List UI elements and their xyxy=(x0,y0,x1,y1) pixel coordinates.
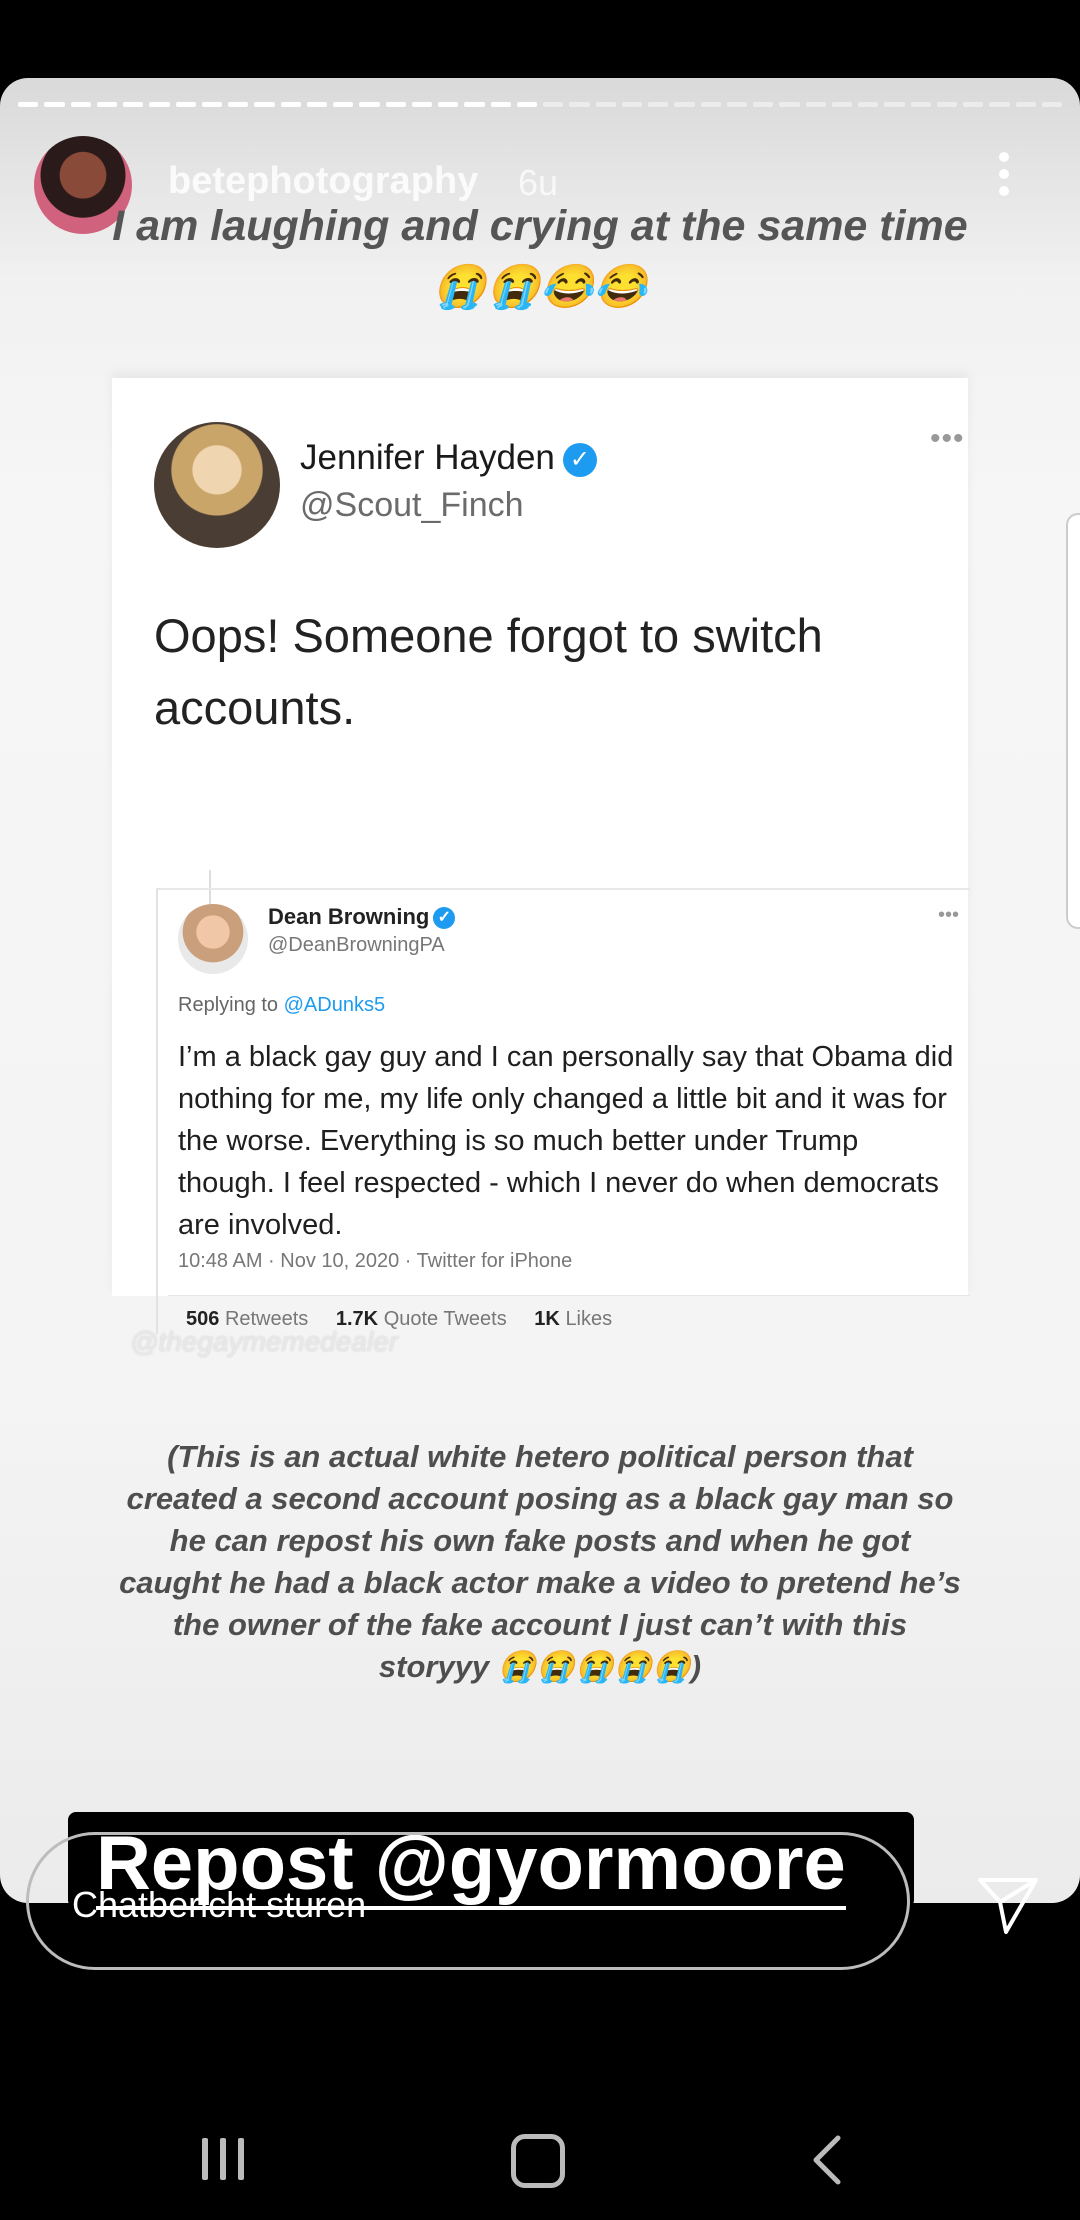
recent-apps-icon[interactable] xyxy=(196,2130,276,2190)
quoted-tweet-text: I’m a black gay guy and I can personally… xyxy=(178,1041,954,1241)
story-progress-segment xyxy=(438,102,459,107)
story-progress-segment xyxy=(779,102,800,107)
more-vertical-icon[interactable] xyxy=(996,152,1012,208)
story-progress-segment xyxy=(858,102,879,107)
tweet-author-name: Jennifer Hayden xyxy=(300,438,555,477)
quoted-tweet-author: Dean Browning ✓ xyxy=(268,904,456,930)
story-caption-top: I am laughing and crying at the same tim… xyxy=(112,202,968,311)
tweet-avatar xyxy=(154,422,280,548)
story-progress-segment xyxy=(44,102,65,107)
story-progress-segment xyxy=(936,102,957,107)
verified-icon: ✓ xyxy=(433,907,456,930)
quoted-tweet: Dean Browning ✓ @DeanBrowningPA ••• Reply… xyxy=(156,888,970,1334)
likes-stat: 1K Likes xyxy=(534,1308,612,1330)
story-progress-segment xyxy=(648,102,669,107)
home-icon[interactable] xyxy=(498,2130,578,2190)
tweet-text: Oops! Someone forgot to switch accounts. xyxy=(154,609,823,734)
story-progress-segment xyxy=(464,102,485,107)
likes-label: Likes xyxy=(565,1308,613,1330)
back-icon[interactable] xyxy=(800,2130,880,2190)
story-progress-segment xyxy=(70,102,91,107)
story-progress-segment xyxy=(1041,102,1062,107)
more-horizontal-icon: ••• xyxy=(938,904,960,926)
story-progress-segment xyxy=(621,102,642,107)
replying-prefix: Replying to xyxy=(178,994,284,1016)
story-caption-bottom: (This is an actual white hetero politica… xyxy=(119,1439,961,1684)
story-card[interactable]: betephotography 6u I am laughing and cry… xyxy=(0,78,1080,1903)
story-progress-segment xyxy=(96,102,117,107)
story-progress-segment xyxy=(989,102,1010,107)
story-progress-segment xyxy=(805,102,826,107)
story-progress-segment xyxy=(543,102,564,107)
verified-icon: ✓ xyxy=(562,442,597,477)
scroll-indicator xyxy=(1066,513,1080,929)
divider xyxy=(168,1295,970,1296)
quoted-tweet-replying: Replying to @ADunks5 xyxy=(178,994,385,1017)
story-progress-segment xyxy=(674,102,695,107)
story-progress-segment xyxy=(254,102,275,107)
story-progress-segment xyxy=(910,102,931,107)
story-progress-segment xyxy=(228,102,249,107)
watermark: @thegaymemedealer xyxy=(130,1326,399,1357)
more-horizontal-icon: ••• xyxy=(930,422,965,455)
tweet-author: Jennifer Hayden ✓ xyxy=(300,438,597,478)
story-progress-segment xyxy=(123,102,144,107)
story-progress-segment xyxy=(884,102,905,107)
story-progress-segment xyxy=(385,102,406,107)
story-progress-segment xyxy=(359,102,380,107)
story-progress-segment xyxy=(831,102,852,107)
replying-mention: @ADunks5 xyxy=(283,994,386,1016)
story-progress-segment xyxy=(333,102,354,107)
story-progress-segment xyxy=(726,102,747,107)
story-progress-segment xyxy=(753,102,774,107)
quoted-tweet-handle: @DeanBrowningPA xyxy=(268,934,445,956)
quoted-tweet-avatar xyxy=(178,904,248,974)
story-progress-segment xyxy=(201,102,222,107)
story-progress-segment xyxy=(280,102,301,107)
story-progress-segment xyxy=(18,102,39,107)
story-progress-segment xyxy=(411,102,432,107)
tweet-handle: @Scout_Finch xyxy=(300,486,524,524)
story-progress-segment xyxy=(490,102,511,107)
story-progress-segment xyxy=(963,102,984,107)
story-progress-segment xyxy=(569,102,590,107)
send-icon[interactable] xyxy=(976,1872,1040,1936)
quotes-label: Quote Tweets xyxy=(383,1308,507,1330)
quoted-tweet-meta: 10:48 AM · Nov 10, 2020 · Twitter for iP… xyxy=(178,1250,573,1272)
story-progress-segment xyxy=(306,102,327,107)
story-progress-bar xyxy=(18,102,1062,108)
story-progress-segment xyxy=(516,102,537,107)
likes-count: 1K xyxy=(534,1308,560,1330)
story-progress-segment xyxy=(700,102,721,107)
story-progress-segment xyxy=(595,102,616,107)
tweet-card: Jennifer Hayden ✓ @Scout_Finch ••• Oops! … xyxy=(112,378,970,1334)
story-progress-segment xyxy=(1015,102,1036,107)
quoted-tweet-author-name: Dean Browning xyxy=(268,904,430,929)
story-progress-segment xyxy=(175,102,196,107)
story-progress-segment xyxy=(149,102,170,107)
chat-message-placeholder[interactable]: Chatbericht sturen xyxy=(72,1884,366,1926)
